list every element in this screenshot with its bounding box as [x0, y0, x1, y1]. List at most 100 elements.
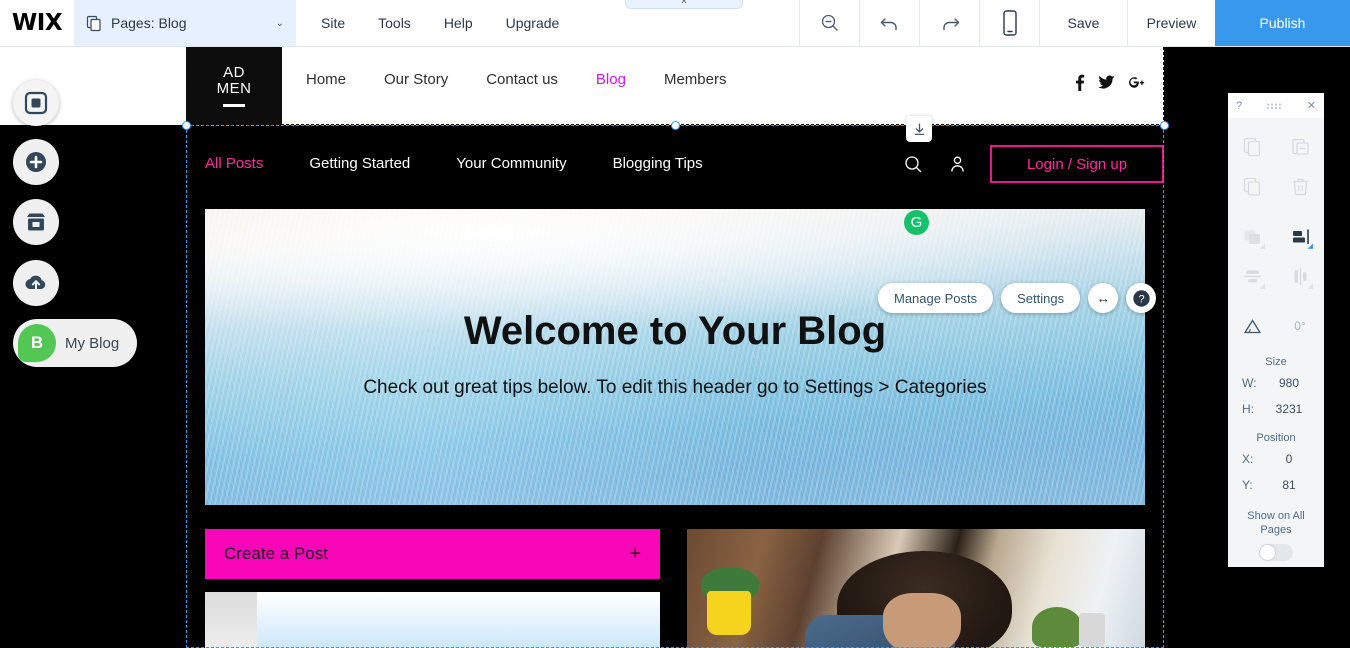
social-links: [1074, 74, 1146, 91]
app-market-icon[interactable]: [13, 199, 59, 245]
hero-subtitle: Check out great tips below. To edit this…: [363, 377, 987, 398]
site-header: AD MEN Home Our Story Contact us Blog Me…: [186, 47, 1164, 125]
manage-posts-button[interactable]: Manage Posts: [878, 283, 994, 313]
distribute-h-more-indicator: ◢: [1259, 283, 1265, 290]
delete-icon[interactable]: [1276, 166, 1324, 206]
distribute-horizontal-icon[interactable]: ◢: [1228, 256, 1276, 296]
position-x-field[interactable]: X: 0: [1228, 446, 1324, 472]
move-down-icon[interactable]: [906, 116, 932, 142]
menus-and-pages-icon[interactable]: [13, 80, 59, 126]
left-tool-rail: B My Blog: [0, 47, 186, 648]
panel-help-icon[interactable]: ?: [1236, 100, 1242, 112]
site-nav-contact-us[interactable]: Contact us: [486, 71, 558, 88]
height-value: 3231: [1275, 402, 1303, 416]
close-icon[interactable]: ✕: [1307, 99, 1316, 112]
help-icon[interactable]: ?: [1126, 283, 1157, 313]
settings-button[interactable]: Settings: [1001, 283, 1081, 313]
my-uploads-icon[interactable]: [13, 260, 59, 306]
zoom-out-icon[interactable]: [799, 0, 859, 46]
login-signup-button[interactable]: Login / Sign up: [990, 145, 1164, 183]
site-nav-blog[interactable]: Blog: [596, 71, 626, 88]
undo-icon[interactable]: [859, 0, 919, 46]
tools-row-distribute: ◢ ◢: [1228, 256, 1324, 296]
duplicate-icon[interactable]: [1228, 166, 1276, 206]
my-blog-button[interactable]: B My Blog: [13, 319, 138, 367]
thumb-plant-pot: [707, 591, 751, 635]
menu-tools[interactable]: Tools: [378, 15, 411, 31]
publish-button[interactable]: Publish: [1215, 0, 1350, 46]
site-nav-members[interactable]: Members: [664, 71, 727, 88]
blog-actions: Login / Sign up: [902, 145, 1164, 183]
blog-hero-banner[interactable]: Welcome to Your Blog Check out great tip…: [205, 209, 1145, 505]
editor-topbar: WIX Pages: Blog ⌄ Site Tools Help Upgrad…: [0, 0, 1350, 47]
position-section-title: Position: [1256, 432, 1296, 444]
wix-logo[interactable]: WIX: [0, 0, 74, 46]
align-icon[interactable]: ◢: [1276, 216, 1324, 256]
height-label: H:: [1242, 402, 1254, 416]
blog-category-your-community[interactable]: Your Community: [456, 155, 566, 172]
paste-icon[interactable]: [1276, 126, 1324, 166]
blog-category-blogging-tips[interactable]: Blogging Tips: [613, 155, 703, 172]
distribute-vertical-icon[interactable]: ◢: [1276, 256, 1324, 296]
tools-panel-body: ◢ ◢ ◢ ◢ 0° Size W: 980 H: 3231 Position …: [1228, 118, 1324, 567]
my-blog-label: My Blog: [65, 334, 120, 352]
thumb-figure-face: [883, 593, 961, 648]
grammarly-badge-icon[interactable]: G: [904, 210, 929, 235]
post-thumbnail-right[interactable]: [687, 529, 1145, 648]
pages-selector[interactable]: Pages: Blog ⌄: [74, 0, 296, 46]
blog-category-bar: All Posts Getting Started Your Community…: [186, 125, 1164, 205]
element-floating-toolbar: Manage Posts Settings ↔ ?: [878, 283, 1157, 313]
position-y-label: Y:: [1242, 478, 1253, 492]
site-nav-our-story[interactable]: Our Story: [384, 71, 448, 88]
show-on-all-pages-label: Show on All Pages: [1247, 510, 1305, 536]
arrange-icon[interactable]: ◢: [1228, 216, 1276, 256]
plus-icon: +: [629, 542, 641, 565]
preview-button[interactable]: Preview: [1127, 0, 1215, 46]
create-a-post-bar[interactable]: Create a Post +: [205, 529, 660, 579]
selection-handle-right[interactable]: [1160, 121, 1169, 130]
mobile-view-icon[interactable]: [979, 0, 1039, 46]
site-canvas: AD MEN Home Our Story Contact us Blog Me…: [186, 47, 1164, 648]
thumb-desk-object: [1079, 613, 1105, 647]
stretch-icon[interactable]: ↔: [1088, 283, 1119, 313]
panel-drag-handle[interactable]: [1266, 102, 1282, 110]
save-button[interactable]: Save: [1039, 0, 1127, 46]
site-logo-line1: AD: [223, 63, 245, 81]
facebook-icon[interactable]: [1074, 74, 1085, 91]
rotate-icon[interactable]: [1228, 306, 1276, 346]
redo-icon[interactable]: [919, 0, 979, 46]
svg-text:?: ?: [1138, 293, 1144, 305]
width-field[interactable]: W: 980: [1228, 370, 1324, 396]
site-nav-home[interactable]: Home: [306, 71, 346, 88]
height-field[interactable]: H: 3231: [1228, 396, 1324, 422]
blog-category-all-posts[interactable]: All Posts: [205, 155, 263, 172]
twitter-icon[interactable]: [1098, 75, 1115, 90]
blog-category-getting-started[interactable]: Getting Started: [309, 155, 410, 172]
post-thumbnail-left[interactable]: [205, 592, 660, 648]
hero-title: Welcome to Your Blog: [463, 309, 887, 353]
position-x-label: X:: [1242, 452, 1254, 466]
rotation-value[interactable]: 0°: [1276, 306, 1324, 346]
width-value: 980: [1278, 376, 1300, 390]
menu-upgrade[interactable]: Upgrade: [506, 15, 560, 31]
tools-row-rotate: 0°: [1228, 306, 1324, 346]
chevron-down-icon: ⌄: [275, 17, 284, 29]
site-logo[interactable]: AD MEN: [186, 47, 282, 125]
show-on-all-pages-toggle[interactable]: [1259, 543, 1293, 561]
collapse-toolbar-tab[interactable]: ^: [625, 0, 743, 9]
copy-icon[interactable]: [1228, 126, 1276, 166]
tools-divider-2: [1228, 296, 1324, 306]
search-icon[interactable]: [902, 153, 924, 175]
distribute-v-more-indicator: ◢: [1307, 283, 1313, 290]
add-elements-icon[interactable]: [13, 139, 59, 185]
arrange-more-indicator: ◢: [1259, 243, 1265, 250]
menu-site[interactable]: Site: [321, 15, 345, 31]
selection-handle-center[interactable]: [671, 121, 680, 130]
tools-row-arrange: ◢ ◢: [1228, 216, 1324, 256]
tools-row-edit: [1228, 166, 1324, 206]
position-y-field[interactable]: Y: 81: [1228, 472, 1324, 498]
google-plus-icon[interactable]: [1128, 76, 1146, 89]
member-login-icon[interactable]: [946, 153, 968, 175]
wix-editor-window: WIX Pages: Blog ⌄ Site Tools Help Upgrad…: [0, 0, 1350, 648]
menu-help[interactable]: Help: [444, 15, 473, 31]
